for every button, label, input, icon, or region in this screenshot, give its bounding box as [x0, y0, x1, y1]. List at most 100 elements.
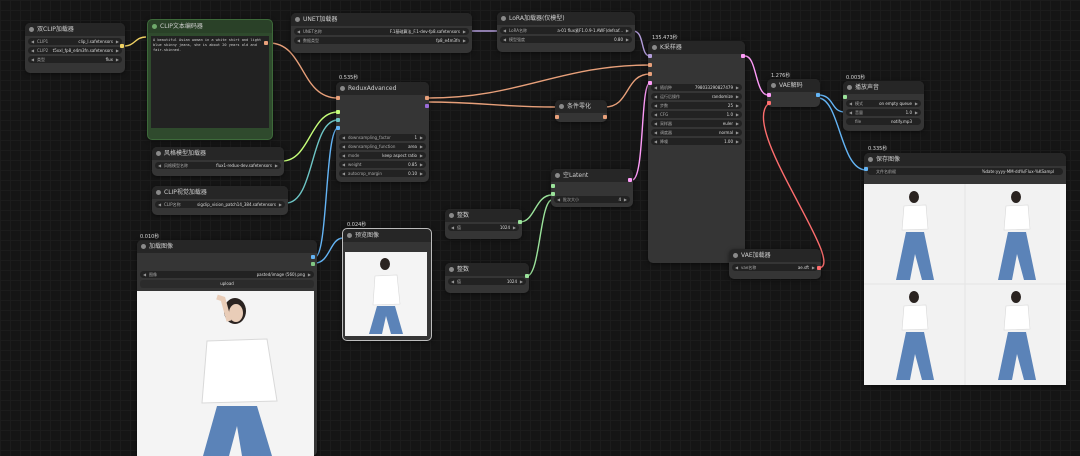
arrow-left-icon[interactable]: ◀	[503, 36, 506, 43]
ksampler-node[interactable]: K采样器 ◀ 随机种 798033290827479 ▶ ◀ 运行后操作 randomiz…	[648, 41, 745, 263]
arrow-left-icon[interactable]: ◀	[158, 162, 161, 169]
collapse-dot-icon[interactable]	[152, 24, 157, 29]
latent-output-port[interactable]	[628, 178, 632, 182]
collapse-dot-icon[interactable]	[156, 151, 161, 156]
arrow-left-icon[interactable]: ◀	[654, 129, 657, 136]
arrow-left-icon[interactable]: ◀	[342, 161, 345, 168]
samples-input-port[interactable]	[767, 93, 771, 97]
collapse-dot-icon[interactable]	[868, 157, 873, 162]
arrow-right-icon[interactable]: ▶	[116, 38, 119, 45]
vae-loader-node[interactable]: VAE加载器 ◀ vae名称 ae.sft ▶	[729, 249, 821, 279]
style-model-name-widget[interactable]: ◀ 风格模型名称 flux1-redux-dev.safetensors ▶	[155, 162, 281, 169]
arrow-right-icon[interactable]: ▶	[420, 170, 423, 177]
style-model-loader-node[interactable]: 风格模型加载器 ◀ 风格模型名称 flux1-redux-dev.safetenso…	[152, 147, 284, 176]
clip-vision-input-port[interactable]	[336, 118, 340, 122]
clip-vision-name-widget[interactable]: ◀ CLIP名称 sigclip_vision_patch14_384.safete…	[155, 201, 285, 208]
empty-latent-node[interactable]: 空Latent ◀ 批次大小 4 ▶	[551, 169, 633, 207]
node-title[interactable]: VAE加载器	[729, 249, 821, 262]
image-output-port[interactable]	[311, 255, 315, 259]
control-after-generate-widget[interactable]: ◀ 运行后操作 randomize ▶	[651, 93, 742, 100]
collapse-dot-icon[interactable]	[156, 190, 161, 195]
arrow-left-icon[interactable]: ◀	[654, 138, 657, 145]
arrow-left-icon[interactable]: ◀	[654, 120, 657, 127]
volume-widget[interactable]: ◀ 音量 1.0 ▶	[846, 109, 921, 116]
node-title[interactable]: CLIP文本编码器	[148, 20, 272, 33]
mode-widget[interactable]: ◀ 模式 on empty queue ▶	[846, 100, 921, 107]
arrow-left-icon[interactable]: ◀	[451, 278, 454, 285]
collapse-dot-icon[interactable]	[652, 45, 657, 50]
arrow-right-icon[interactable]: ▶	[736, 138, 739, 145]
arrow-right-icon[interactable]: ▶	[420, 161, 423, 168]
arrow-right-icon[interactable]: ▶	[463, 37, 466, 44]
downsampling-function-widget[interactable]: ◀ downsampling_function area ▶	[339, 143, 426, 150]
workflow-canvas[interactable]: 双CLIP加载器 ◀ CLIP1 clip_l.safetensors ▶ ◀ CLIP…	[0, 0, 1080, 456]
int-value-widget[interactable]: ◀ 值 1024 ▶	[448, 224, 519, 231]
integer-width-node[interactable]: 整数 ◀ 值 1024 ▶	[445, 209, 522, 239]
collapse-dot-icon[interactable]	[29, 27, 34, 32]
node-title[interactable]: CLIP视觉加载器	[152, 186, 288, 199]
upload-button[interactable]: upload	[140, 280, 314, 288]
arrow-left-icon[interactable]: ◀	[557, 196, 560, 203]
arrow-right-icon[interactable]: ▶	[420, 134, 423, 141]
vae-input-port[interactable]	[767, 101, 771, 105]
seed-widget[interactable]: ◀ 随机种 798033290827479 ▶	[651, 84, 742, 91]
collapse-dot-icon[interactable]	[449, 213, 454, 218]
vae-name-widget[interactable]: ◀ vae名称 ae.sft ▶	[732, 264, 818, 271]
node-title[interactable]: 加载图像	[137, 240, 317, 253]
arrow-right-icon[interactable]: ▶	[736, 84, 739, 91]
arrow-left-icon[interactable]: ◀	[503, 27, 506, 34]
node-title[interactable]: 保存图像	[864, 153, 1066, 166]
arrow-right-icon[interactable]: ▶	[624, 196, 627, 203]
node-title[interactable]: 空Latent	[551, 169, 633, 182]
clip-output-port[interactable]	[120, 44, 124, 48]
latent-input-port[interactable]	[648, 81, 652, 85]
node-title[interactable]: 播放声音	[843, 81, 924, 94]
arrow-right-icon[interactable]: ▶	[736, 111, 739, 118]
arrow-right-icon[interactable]: ▶	[463, 28, 466, 35]
cfg-widget[interactable]: ◀ CFG 1.0 ▶	[651, 111, 742, 118]
arrow-left-icon[interactable]: ◀	[849, 109, 852, 116]
node-title[interactable]: 风格模型加载器	[152, 147, 284, 160]
latent-output-port[interactable]	[741, 54, 745, 58]
lora-loader-node[interactable]: LoRA加载器(仅模型) ◀ LoRA名称 a-01 flux紧F1.0.9-1.A…	[497, 12, 635, 52]
lora-name-widget[interactable]: ◀ LoRA名称 a-01 flux紧F1.0.9-1.AWF(defsaf... ▶	[500, 27, 632, 34]
sampler-widget[interactable]: ◀ 采样器 euler ▶	[651, 120, 742, 127]
negative-input-port[interactable]	[648, 72, 652, 76]
model-strength-widget[interactable]: ◀ 模型强度 0.80 ▶	[500, 36, 632, 43]
vae-decode-node[interactable]: VAE解码	[767, 79, 820, 107]
int-value-widget[interactable]: ◀ 值 1024 ▶	[448, 278, 526, 285]
integer-height-node[interactable]: 整数 ◀ 值 1024 ▶	[445, 263, 529, 293]
dtype-widget[interactable]: ◀ 数据类型 fp8_e4m3fn ▶	[294, 37, 469, 44]
arrow-right-icon[interactable]: ▶	[308, 271, 311, 278]
arrow-right-icon[interactable]: ▶	[736, 129, 739, 136]
downsampling-factor-widget[interactable]: ◀ downsampling_factor 1 ▶	[339, 134, 426, 141]
scheduler-widget[interactable]: ◀ 调度器 normal ▶	[651, 129, 742, 136]
style-model-input-port[interactable]	[336, 110, 340, 114]
arrow-right-icon[interactable]: ▶	[915, 100, 918, 107]
arrow-left-icon[interactable]: ◀	[849, 100, 852, 107]
filename-prefix-widget[interactable]: 文件名前缀 %date:yyyy-MM-dd%/Flux-%KSampl	[867, 168, 1063, 175]
collapse-dot-icon[interactable]	[340, 86, 345, 91]
play-sound-node[interactable]: 播放声音 ◀ 模式 on empty queue ▶ ◀ 音量 1.0 ▶ file noti…	[843, 81, 924, 131]
type-widget[interactable]: ◀ 类型 flux ▶	[28, 56, 122, 63]
arrow-right-icon[interactable]: ▶	[520, 278, 523, 285]
conditioning-output-port[interactable]	[264, 41, 268, 45]
prompt-textarea[interactable]: A beautiful Asian woman in a white shirt…	[151, 36, 269, 128]
arrow-left-icon[interactable]: ◀	[31, 38, 34, 45]
collapse-dot-icon[interactable]	[733, 253, 738, 258]
any-input-port[interactable]	[843, 95, 847, 99]
collapse-dot-icon[interactable]	[295, 17, 300, 22]
collapse-dot-icon[interactable]	[449, 267, 454, 272]
image-input-port[interactable]	[336, 126, 340, 130]
image-select-widget[interactable]: ◀ 图像 pasted/image (560).png ▶	[140, 271, 314, 278]
width-input-port[interactable]	[551, 184, 555, 188]
positive-input-port[interactable]	[648, 63, 652, 67]
arrow-left-icon[interactable]: ◀	[31, 47, 34, 54]
batch-size-widget[interactable]: ◀ 批次大小 4 ▶	[554, 196, 630, 203]
images-input-port[interactable]	[864, 167, 868, 171]
arrow-left-icon[interactable]: ◀	[654, 93, 657, 100]
arrow-right-icon[interactable]: ▶	[116, 56, 119, 63]
collapse-dot-icon[interactable]	[141, 244, 146, 249]
arrow-right-icon[interactable]: ▶	[420, 143, 423, 150]
node-title[interactable]: K采样器	[648, 41, 745, 54]
